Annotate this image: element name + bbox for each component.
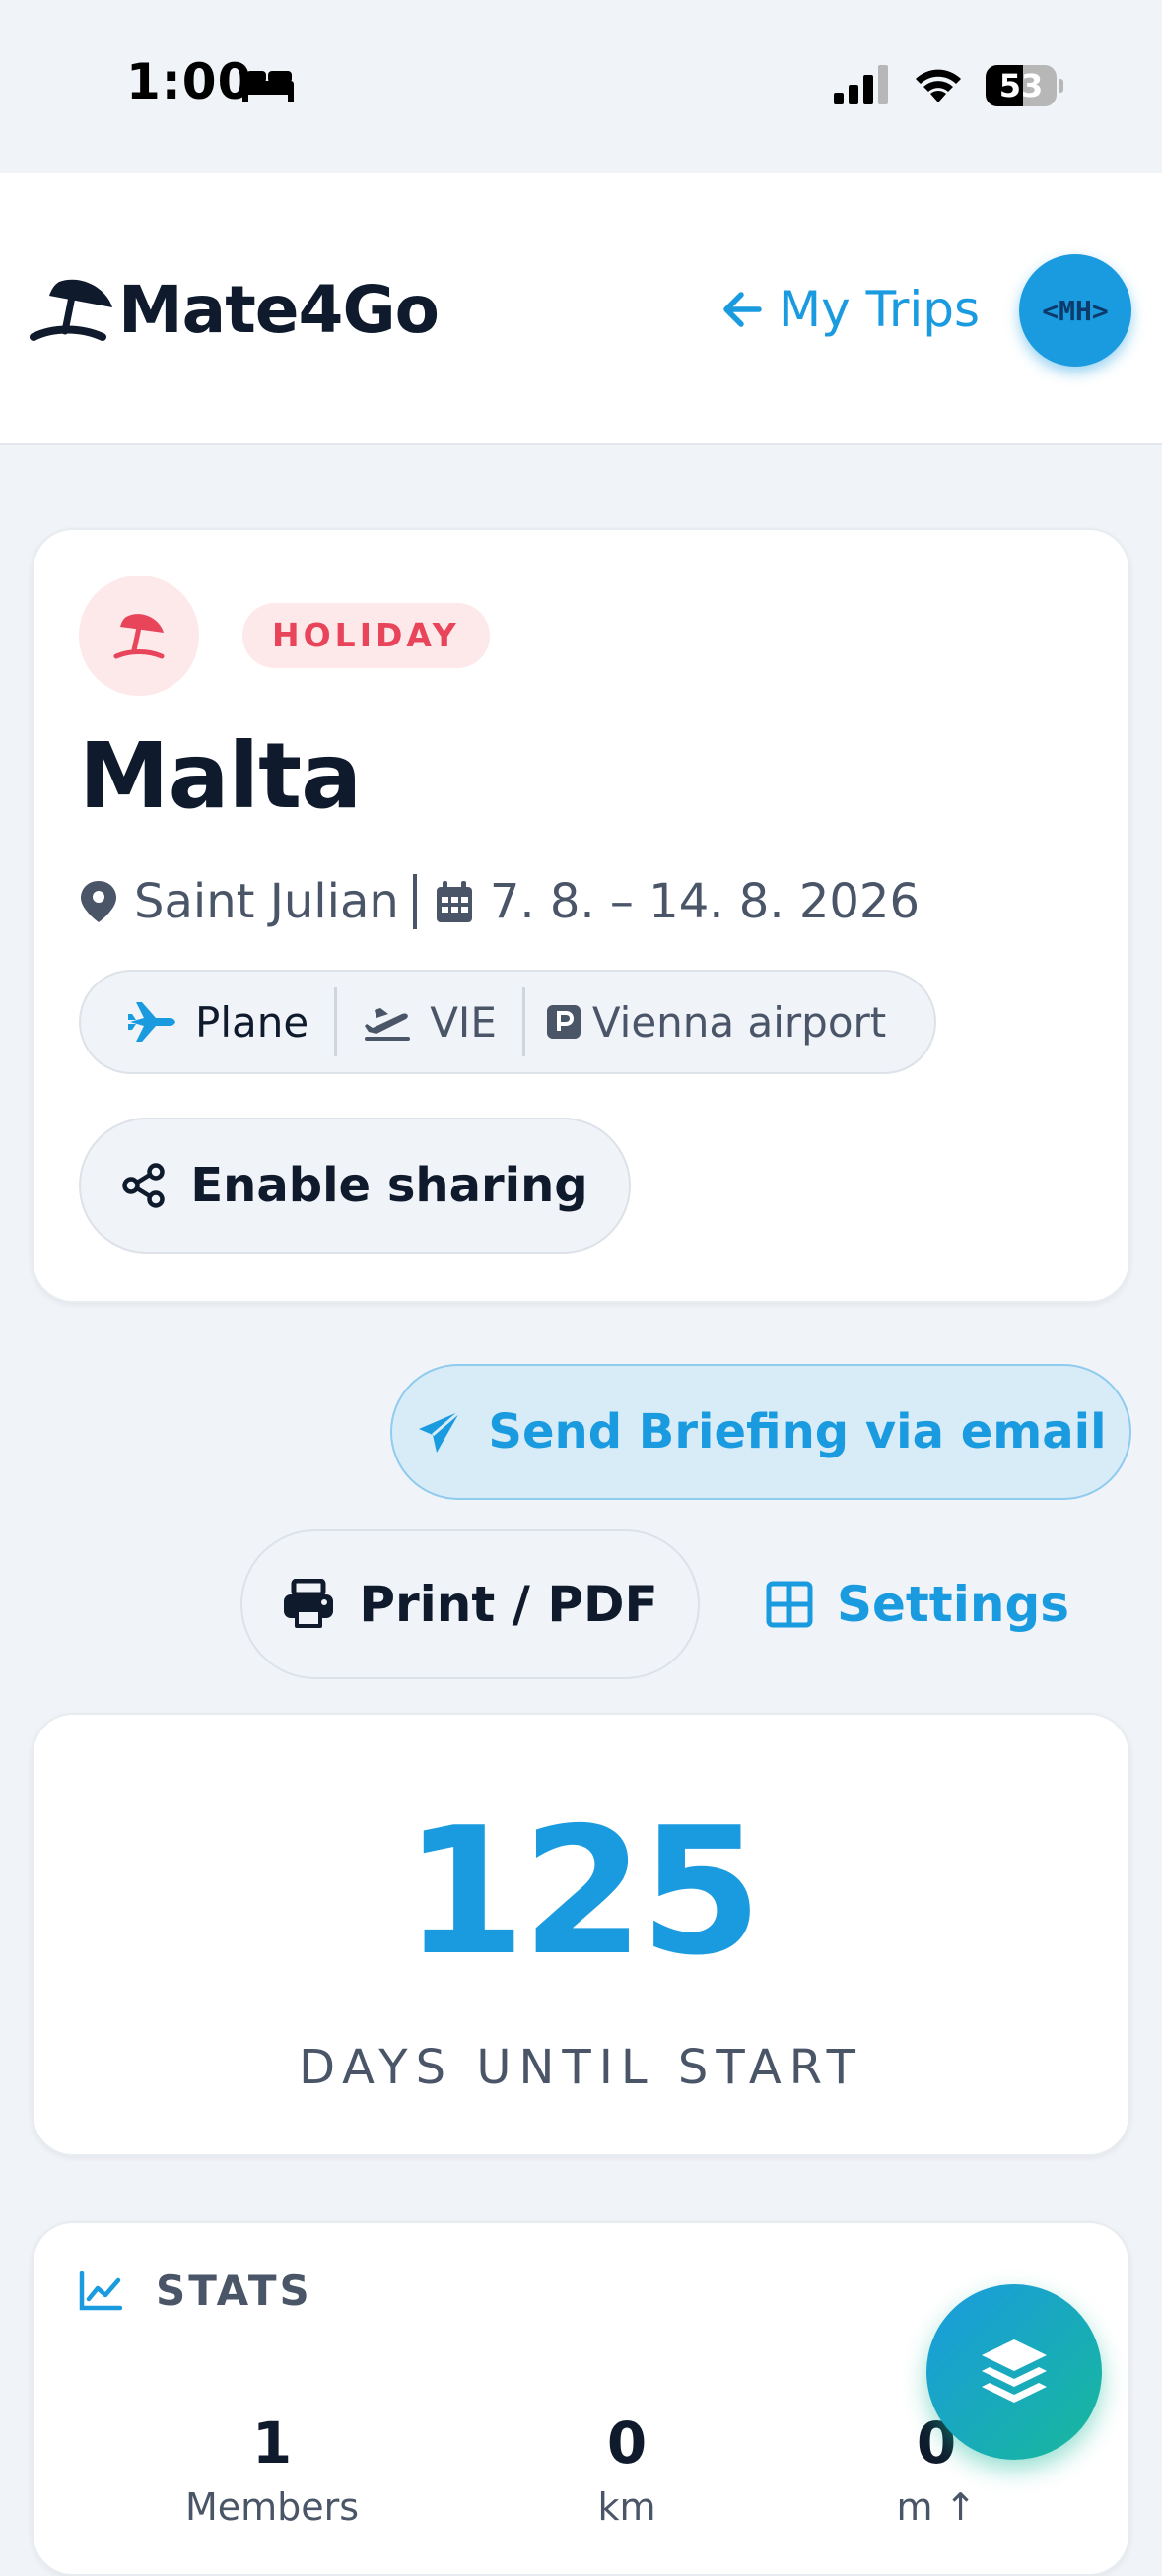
layers-fab-button[interactable] bbox=[926, 2284, 1102, 2460]
calendar-icon bbox=[436, 881, 472, 922]
enable-sharing-button[interactable]: Enable sharing bbox=[79, 1118, 631, 1254]
plane-departure-icon bbox=[365, 1008, 411, 1041]
countdown-value: 125 bbox=[403, 1790, 763, 1994]
transport-info: Plane VIE Vienna airport bbox=[79, 970, 936, 1074]
chart-line-icon bbox=[79, 2271, 122, 2310]
trip-type-icon bbox=[79, 576, 199, 696]
settings-label: Settings bbox=[836, 1576, 1069, 1633]
grid-icon bbox=[766, 1581, 813, 1628]
send-briefing-label: Send Briefing via email bbox=[488, 1404, 1107, 1459]
app-logo-text[interactable]: Mate4Go bbox=[118, 272, 440, 348]
transport-mode-label: Plane bbox=[195, 997, 309, 1047]
my-trips-link[interactable]: My Trips bbox=[719, 278, 980, 341]
stats-heading: STATS bbox=[79, 2267, 312, 2315]
layers-icon bbox=[982, 2339, 1047, 2403]
meta-divider bbox=[412, 874, 417, 929]
avatar-initials: <MH> bbox=[1042, 294, 1109, 327]
stat-label: Members bbox=[184, 2485, 360, 2529]
parking-icon bbox=[546, 1005, 581, 1039]
settings-button[interactable]: Settings bbox=[735, 1529, 1100, 1679]
battery-level: 53 bbox=[998, 67, 1044, 104]
transport-mode: Plane bbox=[81, 972, 334, 1072]
transport-parking: Vienna airport bbox=[525, 972, 912, 1072]
trip-location: Saint Julian bbox=[134, 874, 399, 929]
print-pdf-button[interactable]: Print / PDF bbox=[240, 1529, 700, 1679]
user-avatar[interactable]: <MH> bbox=[1019, 254, 1131, 367]
trip-dates: 7. 8. – 14. 8. 2026 bbox=[489, 874, 920, 929]
departure-code: VIE bbox=[430, 997, 497, 1047]
transport-departure: VIE bbox=[337, 972, 522, 1072]
stat-value: 0 bbox=[606, 2409, 648, 2476]
arrow-left-icon bbox=[723, 292, 762, 327]
countdown-label: DAYS UNTIL START bbox=[299, 2040, 863, 2095]
stat-label: m ↑ bbox=[896, 2485, 977, 2529]
beach-umbrella-icon bbox=[113, 614, 165, 659]
parking-location: Vienna airport bbox=[591, 997, 887, 1047]
cellular-signal-icon bbox=[834, 65, 888, 104]
map-pin-icon bbox=[81, 881, 116, 922]
stat-value: 1 bbox=[251, 2409, 293, 2476]
stats-heading-label: STATS bbox=[156, 2267, 312, 2315]
status-time: 1:00 bbox=[126, 53, 253, 110]
print-pdf-label: Print / PDF bbox=[359, 1576, 658, 1633]
stat-label: km bbox=[597, 2485, 656, 2529]
battery-icon: 53 bbox=[986, 65, 1063, 106]
trip-meta: Saint Julian 7. 8. – 14. 8. 2026 bbox=[79, 867, 920, 936]
stat-distance: 0 km bbox=[509, 2408, 745, 2537]
printer-icon bbox=[284, 1579, 334, 1628]
plane-icon bbox=[128, 1002, 175, 1042]
send-briefing-button[interactable]: Send Briefing via email bbox=[390, 1364, 1131, 1500]
stat-members: 1 Members bbox=[154, 2408, 390, 2537]
wifi-icon bbox=[916, 69, 961, 102]
trip-type-badge: HOLIDAY bbox=[242, 603, 490, 668]
my-trips-label: My Trips bbox=[779, 281, 981, 338]
paper-plane-icon bbox=[419, 1409, 462, 1453]
trip-title: Malta bbox=[79, 723, 362, 829]
share-icon bbox=[122, 1163, 166, 1208]
bed-icon bbox=[242, 71, 294, 102]
enable-sharing-label: Enable sharing bbox=[190, 1158, 588, 1213]
beach-umbrella-logo-icon bbox=[30, 279, 112, 341]
